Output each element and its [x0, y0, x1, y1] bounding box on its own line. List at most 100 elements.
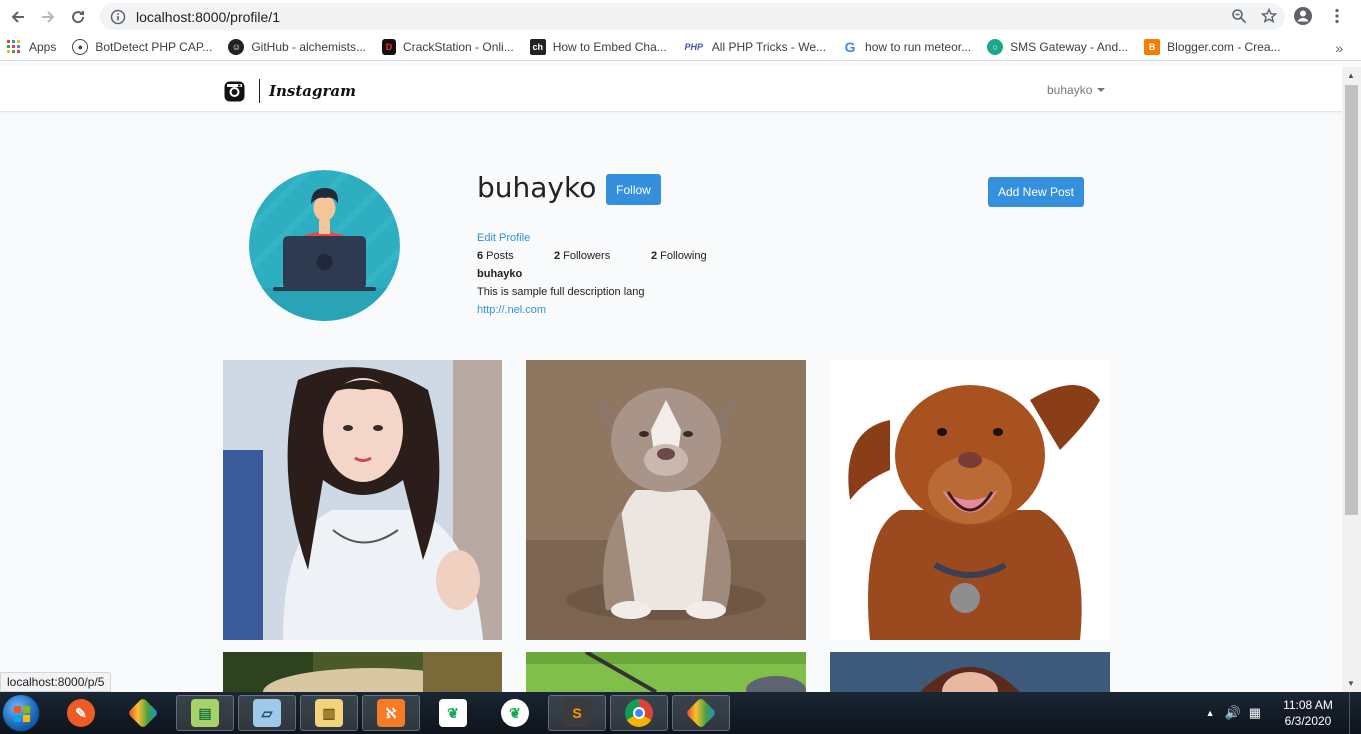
- followers-count: 2: [554, 250, 561, 262]
- taskbar-git-gui-2[interactable]: [672, 695, 730, 731]
- bookmark-meteor[interactable]: G how to run meteor...: [842, 39, 972, 55]
- stat-followers: 2 Followers: [554, 250, 610, 262]
- sublime-text-icon: S: [563, 699, 591, 727]
- user-dropdown[interactable]: buhayko: [1047, 83, 1106, 97]
- caret-down-icon: [1097, 88, 1106, 92]
- folder-icon: ▤: [191, 699, 219, 727]
- address-bar[interactable]: localhost:8000/profile/1: [100, 3, 1285, 30]
- explorer-icon: ▥: [315, 699, 343, 727]
- address-url[interactable]: localhost:8000/profile/1: [136, 9, 280, 25]
- add-new-post-button[interactable]: Add New Post: [988, 177, 1084, 207]
- post-thumbnail-bulldog[interactable]: [526, 360, 806, 640]
- clock-date: 6/3/2020: [1284, 714, 1332, 728]
- taskbar-mongodb[interactable]: ❦: [486, 695, 544, 731]
- chrome-icon: [625, 699, 653, 727]
- bookmarks-bar: Apps ● BotDetect PHP CAP... ☺ GitHub - a…: [0, 34, 1361, 61]
- scroll-up-icon[interactable]: ▲: [1347, 71, 1355, 80]
- profile-title: buhayko: [477, 268, 523, 280]
- stat-posts: 6 Posts: [477, 250, 514, 262]
- system-clock[interactable]: 11:08 AM 6/3/2020: [1273, 697, 1343, 729]
- bookmark-php-tricks[interactable]: PHP All PHP Tricks - We...: [683, 39, 827, 55]
- taskbar-sublime[interactable]: S: [548, 695, 606, 731]
- bookmark-botdetect[interactable]: ● BotDetect PHP CAP...: [72, 39, 212, 55]
- scroll-down-icon[interactable]: ▼: [1347, 679, 1355, 688]
- status-bubble: localhost:8000/p/5: [0, 672, 112, 692]
- star-icon[interactable]: [1261, 8, 1277, 24]
- browser-toolbar: localhost:8000/profile/1: [0, 0, 1361, 34]
- bookmark-blogger[interactable]: B Blogger.com - Crea...: [1144, 39, 1281, 55]
- profile-url-link[interactable]: http://.nel.com: [477, 304, 546, 316]
- reload-icon: [72, 11, 85, 24]
- crackstation-icon: D: [382, 39, 397, 55]
- scrollbar-thumb[interactable]: [1345, 85, 1358, 515]
- windows-logo-icon: [14, 706, 30, 722]
- stat-following: 2 Following: [651, 250, 707, 262]
- post-thumbnail-woman[interactable]: [223, 360, 502, 640]
- brand-divider: [259, 79, 260, 103]
- bookmark-embed-chart[interactable]: ch How to Embed Cha...: [529, 39, 667, 55]
- blogger-icon: B: [1144, 39, 1161, 55]
- profile-description: This is sample full description lang: [477, 286, 645, 298]
- taskbar-notepad[interactable]: ▱: [238, 695, 296, 731]
- post-thumbnail-row2-1[interactable]: [223, 652, 502, 692]
- bookmark-label: Blogger.com - Crea...: [1167, 40, 1281, 54]
- reload-button[interactable]: [64, 3, 92, 31]
- git-gui-icon: [685, 697, 717, 729]
- start-button[interactable]: [2, 694, 40, 732]
- account-icon[interactable]: [1293, 6, 1313, 26]
- mongodb-icon: ❦: [439, 699, 467, 727]
- taskbar-git-gui[interactable]: [114, 695, 172, 731]
- follow-button[interactable]: Follow: [606, 174, 661, 205]
- post-thumbnail-row2-3[interactable]: [830, 652, 1110, 692]
- system-tray: ▲ 🔊 ▦ 11:08 AM 6/3/2020: [1206, 692, 1361, 734]
- bookmark-label: BotDetect PHP CAP...: [95, 40, 213, 54]
- notepad-icon: ▱: [253, 699, 281, 727]
- postman-icon: ✎: [67, 699, 95, 727]
- github-icon: ☺: [228, 39, 245, 55]
- bookmark-label: SMS Gateway - And...: [1010, 40, 1129, 54]
- bookmark-apps[interactable]: Apps: [6, 39, 56, 55]
- bookmark-label: how to run meteor...: [865, 40, 972, 54]
- network-icon[interactable]: ▦: [1249, 705, 1261, 721]
- edit-profile-link[interactable]: Edit Profile: [477, 232, 530, 244]
- taskbar-chrome[interactable]: [610, 695, 668, 731]
- arrow-left-icon: [11, 11, 24, 23]
- taskbar-file-explorer-1[interactable]: ▤: [176, 695, 234, 731]
- following-label: Following: [660, 250, 707, 262]
- tray-expand-icon[interactable]: ▲: [1206, 708, 1215, 718]
- zoom-icon[interactable]: [1231, 8, 1247, 24]
- camera-icon: [224, 81, 245, 101]
- bookmarks-overflow-icon[interactable]: »: [1335, 40, 1343, 56]
- windows-taskbar: ✎ ▤ ▱ ▥ ℵ ❦ ❦ S ▲ 🔊 ▦ 11:08 AM 6/3/2020: [0, 692, 1361, 734]
- show-desktop-button[interactable]: [1349, 692, 1361, 734]
- taskbar-file-explorer-2[interactable]: ▥: [300, 695, 358, 731]
- page-scrollbar[interactable]: ▲ ▼: [1342, 67, 1361, 692]
- bookmark-label: CrackStation - Onli...: [403, 40, 514, 54]
- arrow-right-icon: [42, 11, 55, 23]
- more-vert-icon[interactable]: [1330, 8, 1344, 24]
- forward-button[interactable]: [34, 3, 62, 31]
- user-dropdown-label: buhayko: [1047, 83, 1093, 97]
- followers-label: Followers: [563, 250, 611, 262]
- botdetect-icon: ●: [72, 39, 89, 55]
- php-icon: PHP: [684, 42, 704, 52]
- taskbar-postman[interactable]: ✎: [52, 695, 110, 731]
- following-count: 2: [651, 250, 658, 262]
- info-icon[interactable]: [110, 9, 126, 25]
- post-thumbnail-retriever[interactable]: [830, 360, 1110, 640]
- taskbar-mongodb-compass[interactable]: ❦: [424, 695, 482, 731]
- mongodb-leaf-icon: ❦: [501, 699, 529, 727]
- back-button[interactable]: [4, 3, 32, 31]
- volume-icon[interactable]: 🔊: [1225, 705, 1241, 721]
- app-navbar: Instagram buhayko: [0, 67, 1342, 112]
- bookmark-crackstation[interactable]: D CrackStation - Onli...: [382, 39, 514, 55]
- post-thumbnail-row2-2[interactable]: [526, 652, 806, 692]
- apps-grid-icon: [6, 39, 22, 55]
- avatar: [249, 170, 400, 321]
- brand-logo[interactable]: Instagram: [224, 79, 356, 103]
- bookmark-github[interactable]: ☺ GitHub - alchemists...: [228, 39, 366, 55]
- taskbar-xampp[interactable]: ℵ: [362, 695, 420, 731]
- bookmark-sms-gateway[interactable]: ○ SMS Gateway - And...: [987, 39, 1128, 55]
- sms-icon: ○: [987, 39, 1004, 55]
- git-icon: [127, 697, 159, 729]
